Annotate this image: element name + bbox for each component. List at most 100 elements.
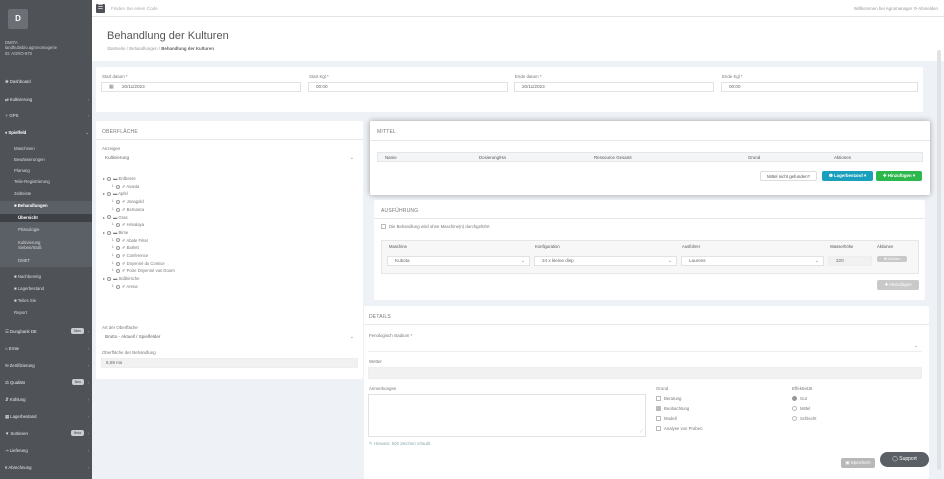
not-found-button[interactable]: Mittel nicht gefunden? bbox=[760, 171, 817, 181]
end-date-input[interactable]: 20/11/2023 bbox=[514, 82, 714, 92]
reason-option[interactable]: Beobachtung bbox=[656, 406, 689, 412]
sidebar-item-dungbank[interactable]: ☰ Dungbank DE Nieu ‹ bbox=[5, 328, 89, 335]
sidebar-item-ernte[interactable]: ⌂ Ernte ‹ bbox=[5, 346, 89, 352]
water-input[interactable]: 220 bbox=[828, 256, 872, 266]
sidebar-sub-planung[interactable]: Planung bbox=[14, 168, 30, 173]
machine-select[interactable]: Kubota ⌄ bbox=[387, 256, 530, 266]
sidebar-item-kultivierung[interactable]: ⇄ Kultivierung ‹ bbox=[5, 97, 89, 103]
stage-select[interactable]: ⌄ bbox=[368, 342, 922, 352]
sidebar-item-zertifizierung[interactable]: ✉ Zertifizierung ‹ bbox=[5, 363, 89, 369]
radio-icon[interactable] bbox=[115, 238, 120, 243]
executor-select[interactable]: Laurens ⌄ bbox=[681, 256, 824, 266]
radio-icon[interactable] bbox=[107, 176, 112, 181]
start-time-input[interactable]: 00:00 bbox=[308, 82, 508, 92]
menu-icon[interactable]: ☰ bbox=[96, 4, 105, 13]
sidebar-sub-nachbereitg[interactable]: ■ Nachbereitg bbox=[14, 274, 41, 279]
weather-input[interactable] bbox=[368, 367, 922, 379]
tree-node[interactable]: └ ✐ Himalaya bbox=[111, 222, 144, 228]
sidebar-sub-bewaesserungen[interactable]: Bewässerungen bbox=[14, 157, 45, 162]
checkbox[interactable] bbox=[656, 396, 661, 402]
code-search[interactable]: Finden Sie einen Code bbox=[111, 6, 158, 11]
effectiveness-option[interactable]: Mittel bbox=[792, 406, 810, 412]
sidebar-sub-dmet[interactable]: DMET bbox=[18, 258, 30, 263]
tree-node[interactable]: └ ✐ Arena bbox=[111, 284, 138, 290]
radio-icon[interactable] bbox=[115, 207, 120, 212]
delete-button[interactable]: ✖ Löschen bbox=[877, 256, 907, 262]
sidebar-sub-phaenologie[interactable]: Phänologie bbox=[18, 227, 40, 232]
checkbox[interactable] bbox=[656, 426, 661, 432]
sidebar-item-spielfeld[interactable]: ♦ Spielfeld ⌄ bbox=[5, 130, 89, 136]
checkbox[interactable] bbox=[656, 406, 661, 412]
tree-node[interactable]: └ ✐ Conference bbox=[111, 253, 148, 259]
tree-node[interactable]: └ ✐ Poire Doyenné van Doorn bbox=[111, 268, 175, 274]
effectiveness-option[interactable]: Schlecht bbox=[792, 416, 816, 422]
radio-icon[interactable] bbox=[115, 199, 120, 204]
add-means-button[interactable]: ✚ Hinzufügen ▾ bbox=[876, 171, 922, 181]
tree-node[interactable]: └ ✐ Avanta bbox=[111, 184, 139, 190]
sidebar-item-lagerbestand[interactable]: ▦ Lagerbestand ‹ bbox=[5, 414, 89, 420]
sidebar-item-abrechnung[interactable]: € Abrechnung ‹ bbox=[5, 465, 89, 471]
save-button[interactable]: ▣ Speichern bbox=[841, 458, 875, 468]
radio-icon[interactable] bbox=[107, 276, 112, 281]
no-machine-checkbox[interactable]: Die Behandlung wird ohne Maschine(n) dur… bbox=[381, 224, 490, 230]
tree-node[interactable]: └ ✐ Doyenné du Comice bbox=[111, 261, 165, 267]
radio-icon[interactable] bbox=[115, 184, 120, 189]
radio-icon[interactable] bbox=[107, 192, 112, 197]
breadcrumb-links[interactable]: Startseite / Behandlungen / bbox=[107, 46, 161, 51]
show-select[interactable]: Kultivierung ⌄ bbox=[101, 154, 358, 164]
radio-icon[interactable] bbox=[115, 284, 120, 289]
sidebar-sub-behandlungen[interactable]: ■ Behandlungen bbox=[14, 203, 48, 208]
sidebar-sub-uebersicht[interactable]: Übersicht bbox=[18, 215, 38, 220]
area-input[interactable]: 6,69 Ha bbox=[101, 358, 358, 368]
tree-node[interactable]: └ ✐ Abate Fétel bbox=[111, 238, 148, 244]
sidebar-sub-lagerbestand[interactable]: ■ Lagerbestand bbox=[14, 286, 44, 291]
tree-node[interactable]: ▸ ▬ Süßkirsche bbox=[103, 276, 139, 282]
welcome-logout[interactable]: Willkommen bei Agromanager ⟳ Abmelden bbox=[854, 6, 938, 12]
radio-icon[interactable] bbox=[107, 215, 112, 220]
sidebar-sub-maschinen[interactable]: Maschinen bbox=[14, 146, 35, 151]
tree-node[interactable]: └ ✐ Bernasca bbox=[111, 207, 144, 213]
end-time-input[interactable]: 00:00 bbox=[721, 82, 918, 92]
checkbox[interactable] bbox=[656, 416, 661, 422]
tree-node[interactable]: └ ✐ Jonagold bbox=[111, 199, 144, 205]
surface-type-select[interactable]: Brutto - Aktuell / Spielfelder ⌄ bbox=[101, 333, 358, 343]
effectiveness-option[interactable]: Gut bbox=[792, 396, 807, 402]
start-date-input[interactable]: ▦ 20/11/2023 bbox=[101, 82, 301, 92]
sidebar-sub-report[interactable]: Report bbox=[14, 310, 27, 315]
sidebar-item-sortieren[interactable]: ▼ Sortieren Beta ‹ bbox=[5, 430, 89, 437]
sidebar-sub-kultivierung[interactable]: Kultivierung Sieben/Stoß bbox=[18, 240, 58, 250]
tree-node[interactable]: ▸ ▬ Birne bbox=[103, 230, 128, 236]
reason-option[interactable]: Modell bbox=[656, 416, 677, 422]
checkbox[interactable] bbox=[381, 224, 386, 230]
scrollbar[interactable] bbox=[937, 50, 941, 470]
sidebar-sub-zeitleiste[interactable]: Zeitleiste bbox=[14, 191, 31, 196]
tree-node[interactable]: ▸ ▬ Erdbeere bbox=[103, 176, 136, 182]
sidebar-sub-teiles[interactable]: ■ Teiles Sie bbox=[14, 298, 36, 303]
radio-icon[interactable] bbox=[115, 223, 120, 228]
sidebar-item-lieferung[interactable]: ⇢ Lieferung ‹ bbox=[5, 448, 89, 454]
tree-node[interactable]: ▸ ▬ Apfel bbox=[103, 191, 128, 197]
radio[interactable] bbox=[792, 416, 797, 422]
radio-icon[interactable] bbox=[115, 269, 120, 274]
radio[interactable] bbox=[792, 406, 797, 412]
support-button[interactable]: ◯ Support bbox=[880, 452, 929, 467]
sidebar-sub-teile[interactable]: Teile-Registrierung bbox=[14, 179, 50, 184]
add-machine-button[interactable]: ✚ Hinzufügen bbox=[877, 280, 919, 290]
sidebar-item-kuehlung[interactable]: ⇵ Kühlung ‹ bbox=[5, 397, 89, 403]
resize-handle-icon[interactable]: ⟋ bbox=[639, 428, 643, 436]
tree-node[interactable]: └ ✐ Barlett bbox=[111, 245, 139, 251]
sidebar-item-gps[interactable]: ♆ GPS ‹ bbox=[5, 113, 89, 119]
sidebar-item-dashboard[interactable]: ❀ Dashboard bbox=[5, 79, 89, 85]
radio-icon[interactable] bbox=[115, 261, 120, 266]
notes-textarea[interactable]: ⟋ bbox=[368, 394, 646, 437]
radio-icon[interactable] bbox=[115, 246, 120, 251]
config-select[interactable]: 24 x kleine disp ⌄ bbox=[534, 256, 677, 266]
reason-option[interactable]: Beratung bbox=[656, 396, 681, 402]
tree-node[interactable]: ▸ ▬ Gras bbox=[103, 215, 128, 221]
radio[interactable] bbox=[792, 396, 797, 402]
reason-option[interactable]: Analyse von Proben bbox=[656, 426, 702, 432]
stock-button[interactable]: ❶ Lagerbestand ▾ bbox=[822, 171, 873, 181]
radio-icon[interactable] bbox=[115, 253, 120, 258]
radio-icon[interactable] bbox=[107, 230, 112, 235]
sidebar-item-qualitaet[interactable]: ⚖ Qualität Neu ‹ bbox=[5, 379, 89, 386]
